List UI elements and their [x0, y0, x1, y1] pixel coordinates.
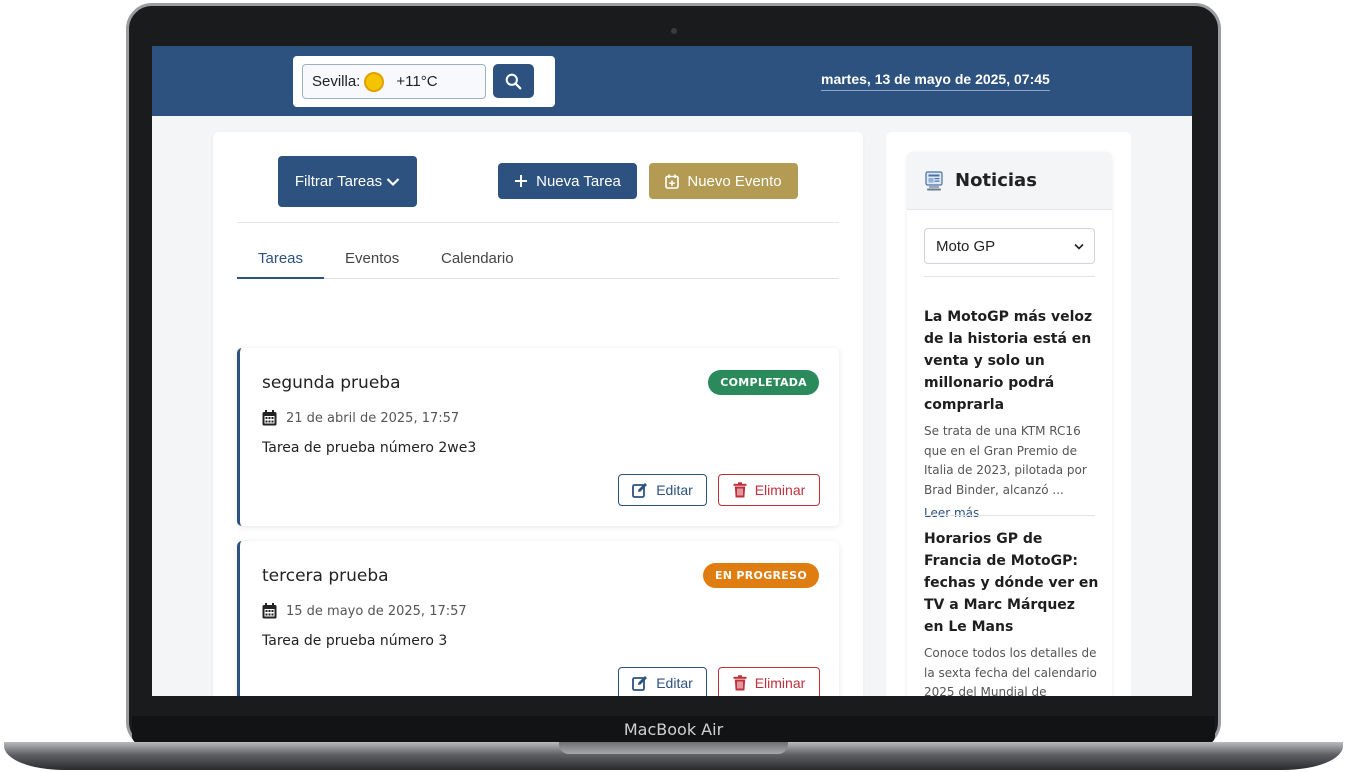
news-category-value: Moto GP [936, 237, 996, 255]
search-icon [505, 73, 522, 89]
status-badge: COMPLETADA [708, 370, 819, 395]
news-item-title[interactable]: Horarios GP de Francia de MotoGP: fechas… [924, 528, 1099, 638]
task-description: Tarea de prueba número 2we3 [262, 440, 477, 456]
news-divider [924, 515, 1095, 516]
delete-task-button[interactable]: Eliminar [718, 667, 820, 696]
weather-widget: Sevilla: +11°C [293, 56, 555, 107]
laptop-notch [559, 742, 788, 754]
news-category-select[interactable]: Moto GP [924, 228, 1095, 264]
edit-label: Editar [656, 482, 693, 498]
task-date-text: 15 de mayo de 2025, 17:57 [286, 603, 467, 619]
trash-icon [733, 675, 747, 691]
current-datetime: martes, 13 de mayo de 2025, 07:45 [821, 71, 1050, 91]
delete-label: Eliminar [754, 482, 806, 498]
news-item: La MotoGP más veloz de la historia está … [924, 306, 1099, 520]
chevron-down-icon [386, 177, 400, 186]
edit-icon [632, 483, 648, 498]
chevron-down-icon [1074, 243, 1084, 250]
new-event-button[interactable]: Nuevo Evento [649, 163, 798, 199]
weather-display: Sevilla: +11°C [302, 64, 486, 99]
task-date: 21 de abril de 2025, 17:57 [262, 410, 459, 426]
new-event-label: Nuevo Evento [687, 172, 782, 190]
task-card: segunda prueba COMPLETADA 21 de abril de… [237, 348, 839, 526]
calendar-icon [262, 410, 277, 426]
news-item-description: Conoce todos los detalles de la sexta fe… [924, 646, 1097, 696]
task-date-text: 21 de abril de 2025, 17:57 [286, 410, 460, 426]
news-title: Noticias [955, 170, 1037, 191]
delete-task-button[interactable]: Eliminar [718, 474, 820, 506]
toolbar-divider [237, 222, 839, 223]
filter-tasks-button[interactable]: Filtrar Tareas [278, 156, 417, 207]
tab-calendario[interactable]: Calendario [441, 250, 514, 267]
delete-label: Eliminar [754, 675, 806, 691]
camera-icon [671, 28, 677, 34]
weather-city: Sevilla: [312, 73, 361, 90]
news-header: Noticias [907, 152, 1112, 210]
news-item-title[interactable]: La MotoGP más veloz de la historia está … [924, 306, 1099, 416]
trash-icon [733, 482, 747, 498]
newspaper-icon [925, 170, 943, 190]
task-description: Tarea de prueba número 3 [262, 633, 448, 649]
news-card: Noticias Moto GP La MotoGP más veloz de … [907, 152, 1112, 696]
view-tabs: Tareas Eventos Calendario [237, 242, 839, 279]
read-more-link[interactable]: Leer más [924, 506, 1099, 520]
edit-task-button[interactable]: Editar [618, 667, 707, 696]
task-card: tercera prueba EN PROGRESO 15 de mayo de… [237, 541, 839, 696]
weather-temperature: +11°C [396, 73, 438, 90]
calendar-icon [262, 603, 277, 619]
plus-icon [515, 175, 528, 187]
news-item: Horarios GP de Francia de MotoGP: fechas… [924, 528, 1099, 696]
status-badge: EN PROGRESO [702, 563, 819, 588]
news-panel: Noticias Moto GP La MotoGP más veloz de … [886, 132, 1131, 696]
filter-tasks-label: Filtrar Tareas [294, 173, 383, 190]
edit-label: Editar [656, 675, 693, 691]
news-item-description: Se trata de una KTM RC16 que en el Gran … [924, 424, 1087, 497]
tab-eventos[interactable]: Eventos [345, 250, 399, 267]
new-task-button[interactable]: Nueva Tarea [498, 163, 637, 199]
new-task-label: Nueva Tarea [536, 172, 621, 190]
edit-task-button[interactable]: Editar [618, 474, 707, 506]
sun-icon [366, 73, 383, 90]
app-screen: Sevilla: +11°C martes, 13 de mayo de 202… [152, 46, 1192, 696]
tasks-panel: Filtrar Tareas Nueva Tarea Nuevo Evento … [213, 132, 863, 696]
task-date: 15 de mayo de 2025, 17:57 [262, 603, 467, 619]
top-bar: Sevilla: +11°C martes, 13 de mayo de 202… [152, 46, 1192, 116]
weather-search-button[interactable] [493, 64, 534, 98]
edit-icon [632, 676, 648, 691]
task-title: tercera prueba [262, 566, 389, 586]
active-tab-indicator [237, 277, 324, 279]
device-brand-label: MacBook Air [623, 720, 724, 739]
news-divider [924, 276, 1095, 277]
tab-tareas[interactable]: Tareas [258, 250, 303, 267]
task-title: segunda prueba [262, 373, 401, 393]
calendar-plus-icon [665, 174, 680, 189]
